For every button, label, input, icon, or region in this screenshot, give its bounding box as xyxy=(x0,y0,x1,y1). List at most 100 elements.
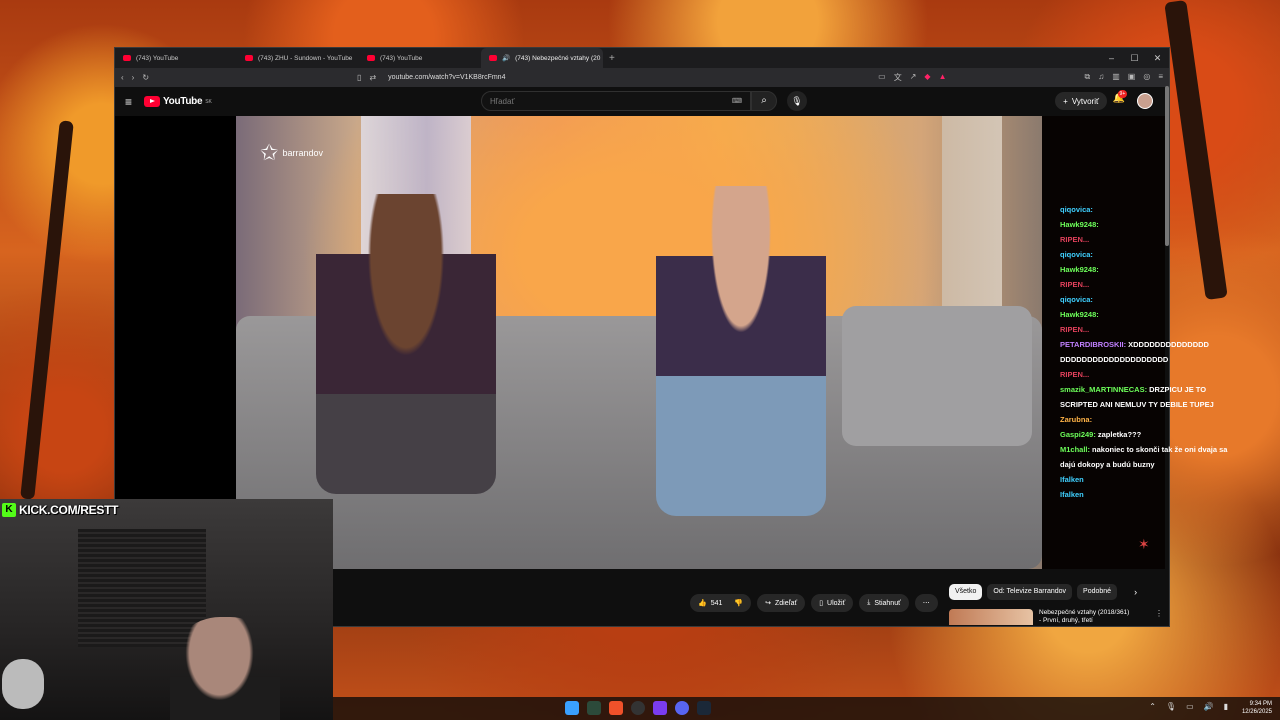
youtube-header: ≡ YouTubeSK ⌨ ⌕ 🎙 +Vytvoriť 🔔9+ xyxy=(115,87,1169,116)
battery-icon[interactable]: ▮ xyxy=(1224,702,1228,711)
chevron-up-icon[interactable]: ⌃ xyxy=(1149,702,1156,711)
chat-username: smazik_MARTINNECAS: xyxy=(1060,385,1148,394)
cast-icon[interactable]: ▭ xyxy=(878,72,886,83)
discord-icon[interactable] xyxy=(675,701,689,715)
close-window-button[interactable]: ✕ xyxy=(1146,48,1169,68)
bookmark-icon: ▯ xyxy=(819,600,824,607)
translate-icon[interactable]: 文 xyxy=(894,72,902,83)
chat-username: qiqovica: xyxy=(1060,205,1093,214)
avatar[interactable] xyxy=(1137,93,1153,109)
video-thumbnail[interactable] xyxy=(949,609,1033,625)
reload-icon[interactable]: ↻ xyxy=(142,73,149,82)
share-arrow-icon: ↪ xyxy=(765,600,771,607)
site-settings-icon[interactable]: ⇄ xyxy=(369,73,376,82)
scrollbar[interactable] xyxy=(1165,86,1169,246)
system-clock[interactable]: 9:34 PM 12/26/2025 xyxy=(1242,700,1272,716)
recommended-video[interactable]: Nebezpečné vztahy (2018/361) - První, dru… xyxy=(949,609,1163,625)
volume-icon[interactable]: 🔊 xyxy=(1204,702,1214,711)
steam-icon[interactable] xyxy=(697,701,711,715)
windows-start-icon[interactable] xyxy=(565,701,579,715)
chat-message: M1chall: nakoniec to skonči tak že oni dv… xyxy=(1060,442,1230,472)
back-icon[interactable]: ‹ xyxy=(121,73,124,82)
chip-all[interactable]: Všetko xyxy=(949,584,983,600)
woman-figure xyxy=(316,194,496,494)
window-controls: – ☐ ✕ xyxy=(1100,48,1169,68)
plush-toy xyxy=(2,659,44,709)
sofa-cushion xyxy=(842,306,1032,446)
dislike-icon[interactable]: 👎 xyxy=(734,599,743,607)
youtube-play-icon xyxy=(144,96,161,107)
extensions-icon[interactable]: ⧉ xyxy=(1085,72,1091,83)
brave-icon[interactable] xyxy=(609,701,623,715)
youtube-logo[interactable]: YouTube SK xyxy=(144,96,212,107)
notifications-bell-icon[interactable]: 🔔 9+ xyxy=(1113,90,1128,104)
tab-title: (743) YouTube xyxy=(380,54,423,62)
maximize-button[interactable]: ☐ xyxy=(1123,48,1146,68)
chip-related[interactable]: Podobné xyxy=(1077,584,1118,600)
youtube-icon xyxy=(245,55,253,61)
terminal-icon[interactable] xyxy=(587,701,601,715)
chat-username: qiqovica: xyxy=(1060,295,1093,304)
chevron-right-icon[interactable]: › xyxy=(1134,587,1137,597)
browser-tab[interactable]: (743) YouTube xyxy=(115,48,237,68)
search-input[interactable] xyxy=(490,96,710,106)
obs-icon[interactable] xyxy=(631,701,645,715)
more-actions-button[interactable]: ⋯ xyxy=(914,594,938,612)
vpn-icon[interactable]: ◎ xyxy=(1143,72,1150,83)
chat-message: Zarubna: xyxy=(1060,412,1230,427)
search-button[interactable]: ⌕ xyxy=(751,91,777,111)
minimize-button[interactable]: – xyxy=(1100,48,1123,68)
network-icon[interactable]: ▭ xyxy=(1186,702,1194,711)
clock-time: 9:34 PM xyxy=(1249,701,1272,707)
tab-title: (743) Nebezpečné vztahy (20 xyxy=(515,54,601,62)
bookmark-icon[interactable]: ▯ xyxy=(357,73,361,82)
tab-title: (743) YouTube xyxy=(136,54,179,62)
microphone-tray-icon[interactable]: 🎙 xyxy=(1166,702,1176,711)
channel-logo: ✩ barrandov xyxy=(260,140,323,166)
chat-username: RIPEN... xyxy=(1060,235,1090,244)
more-options-icon[interactable]: ⋮ xyxy=(1155,609,1163,625)
browser-tab[interactable]: (743) YouTube xyxy=(359,48,481,68)
browser-tab[interactable]: (743) ZHU - Sundown - YouTube xyxy=(237,48,359,68)
new-tab-button[interactable]: + xyxy=(609,53,615,64)
sidebar-icon[interactable]: ▥ xyxy=(1112,72,1120,83)
share-icon[interactable]: ↗ xyxy=(910,72,917,83)
menu-icon[interactable]: ≡ xyxy=(1158,72,1163,83)
star-icon: ✩ xyxy=(260,140,279,165)
like-button[interactable]: 👍 541 👎 xyxy=(690,594,752,612)
man-figure xyxy=(656,186,826,516)
twitch-icon[interactable] xyxy=(653,701,667,715)
download-button[interactable]: ⤓ Stiahnuť xyxy=(859,594,909,612)
wallet-icon[interactable]: ▣ xyxy=(1128,72,1136,83)
video-frame[interactable]: ✩ barrandov xyxy=(236,116,1042,569)
media-icon[interactable]: ♫ xyxy=(1098,72,1104,83)
download-label: Stiahnuť xyxy=(874,599,901,607)
recommendation-chips: Všetko Od: Televize Barrandov Podobné › xyxy=(949,584,1137,600)
rewards-icon[interactable]: ▲ xyxy=(939,72,947,83)
hamburger-menu-icon[interactable]: ≡ xyxy=(125,95,132,109)
browser-tab-active[interactable]: 🔊(743) Nebezpečné vztahy (20✕ xyxy=(481,48,603,68)
forward-icon[interactable]: › xyxy=(132,73,135,82)
toolbar-icons: ▭ 文 ↗ ◆ ▲ ⧉ ♫ ▥ ▣ ◎ ≡ xyxy=(878,72,1163,83)
speaker-icon: 🔊 xyxy=(502,55,511,62)
like-count: 541 xyxy=(710,599,723,607)
tab-bar: (743) YouTube (743) ZHU - Sundown - YouT… xyxy=(115,48,1169,68)
kick-label: KICK.COM/RESTT xyxy=(19,503,119,517)
chat-username: Ifalken xyxy=(1060,475,1084,484)
url-field[interactable]: youtube.com/watch?v=V1KB8rcFmn4 xyxy=(388,74,505,81)
microphone-icon[interactable]: 🎙 xyxy=(787,91,807,111)
tab-title: (743) ZHU - Sundown - YouTube xyxy=(258,54,353,62)
save-button[interactable]: ▯ Uložiť xyxy=(811,594,854,612)
share-button[interactable]: ↪ Zdieľať xyxy=(757,594,806,612)
channel-logo-text: barrandov xyxy=(282,148,323,158)
address-bar: ‹ › ↻ ▯ ⇄ youtube.com/watch?v=V1KB8rcFmn… xyxy=(115,68,1169,87)
chat-message: smazik_MARTINNECAS: DRZPICU JE TO SCRIPTE… xyxy=(1060,382,1230,412)
create-button[interactable]: + Vytvoriť xyxy=(1055,92,1107,110)
brave-shield-icon[interactable]: ◆ xyxy=(924,72,930,83)
thumbs-up-icon: 👍 xyxy=(698,600,707,607)
youtube-wordmark: YouTube xyxy=(163,96,203,107)
chat-message: Ifalken xyxy=(1060,472,1230,487)
chip-channel[interactable]: Od: Televize Barrandov xyxy=(987,584,1073,600)
desktop: (743) YouTube (743) ZHU - Sundown - YouT… xyxy=(0,0,1280,720)
keyboard-icon[interactable]: ⌨ xyxy=(732,97,742,105)
